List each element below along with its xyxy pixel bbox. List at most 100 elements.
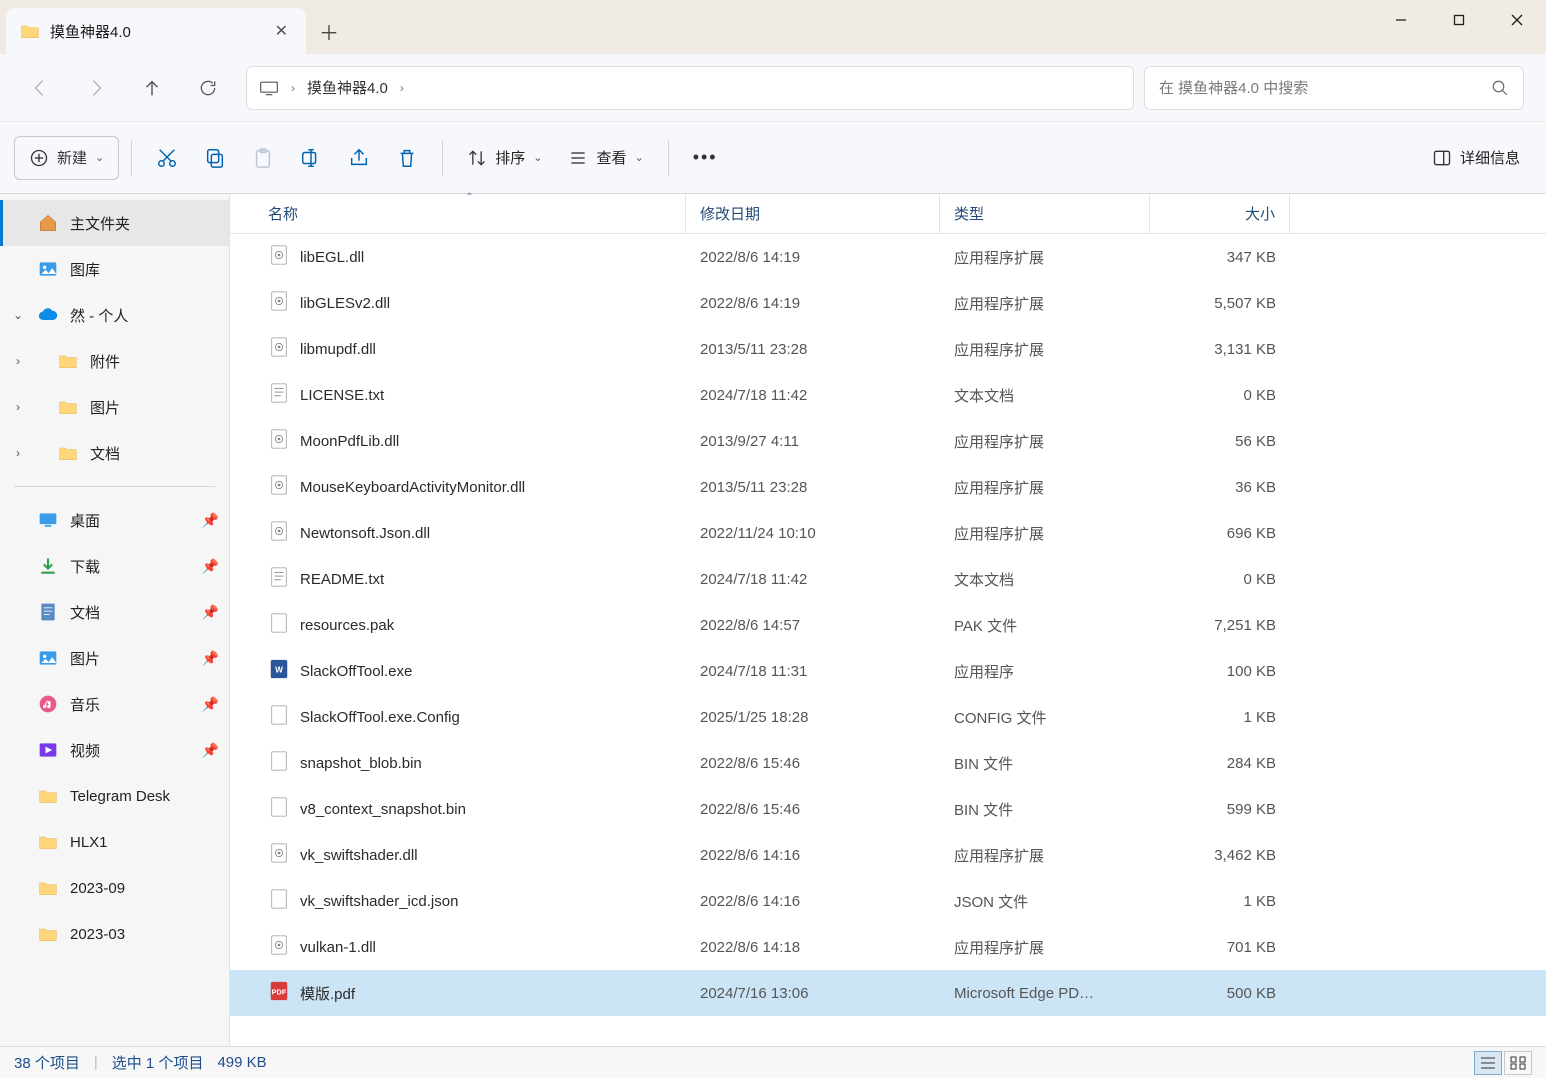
file-date: 2022/8/6 14:16: [686, 893, 940, 910]
file-row[interactable]: vk_swiftshader_icd.json2022/8/6 14:16JSO…: [230, 878, 1546, 924]
details-view-button[interactable]: [1474, 1051, 1502, 1075]
maximize-button[interactable]: [1430, 0, 1488, 40]
minimize-button[interactable]: [1372, 0, 1430, 40]
close-tab-button[interactable]: ✕: [271, 17, 292, 45]
sidebar-home[interactable]: 主文件夹: [0, 200, 229, 246]
close-window-button[interactable]: [1488, 0, 1546, 40]
copy-button[interactable]: [192, 136, 238, 180]
sidebar-quick-item[interactable]: 下载📌: [0, 543, 229, 589]
file-list[interactable]: libEGL.dll2022/8/6 14:19应用程序扩展347 KBlibG…: [230, 234, 1546, 1046]
view-button[interactable]: 查看 ⌄: [556, 136, 655, 180]
file-date: 2022/11/24 10:10: [686, 525, 940, 542]
sidebar-quick-item[interactable]: 桌面📌: [0, 497, 229, 543]
file-date: 2024/7/18 11:42: [686, 571, 940, 588]
status-item-count: 38 个项目: [14, 1052, 80, 1073]
file-row[interactable]: PDF模版.pdf2024/7/16 13:06Microsoft Edge P…: [230, 970, 1546, 1016]
search-icon: [1491, 79, 1509, 97]
file-size: 36 KB: [1150, 479, 1290, 496]
breadcrumb-current[interactable]: 摸鱼神器4.0: [307, 77, 388, 98]
up-button[interactable]: [126, 66, 178, 110]
column-type[interactable]: 类型: [940, 194, 1150, 233]
sidebar-quick-item[interactable]: 音乐📌: [0, 681, 229, 727]
file-size: 7,251 KB: [1150, 617, 1290, 634]
file-size: 1 KB: [1150, 709, 1290, 726]
file-name: 模版.pdf: [300, 983, 355, 1004]
svg-text:PDF: PDF: [272, 988, 287, 997]
cloud-icon: [38, 305, 58, 325]
column-name[interactable]: ⌃ 名称: [254, 194, 686, 233]
file-row[interactable]: MoonPdfLib.dll2013/9/27 4:11应用程序扩展56 KB: [230, 418, 1546, 464]
sidebar-quick-item[interactable]: 文档📌: [0, 589, 229, 635]
chevron-right-icon[interactable]: ›: [400, 81, 404, 95]
cut-button[interactable]: [144, 136, 190, 180]
navigation-pane[interactable]: 主文件夹 图库 ⌄ 然 - 个人 ›附件›图片›文档 桌面📌下载📌文档📌图片📌音…: [0, 194, 230, 1046]
expand-icon[interactable]: ›: [10, 354, 26, 368]
expand-icon[interactable]: ›: [10, 446, 26, 460]
sidebar-onedrive[interactable]: ⌄ 然 - 个人: [0, 292, 229, 338]
file-name: resources.pak: [300, 617, 394, 634]
file-row[interactable]: vulkan-1.dll2022/8/6 14:18应用程序扩展701 KB: [230, 924, 1546, 970]
expand-icon[interactable]: ›: [10, 400, 26, 414]
file-row[interactable]: libmupdf.dll2013/5/11 23:28应用程序扩展3,131 K…: [230, 326, 1546, 372]
search-input[interactable]: 在 摸鱼神器4.0 中搜索: [1144, 66, 1524, 110]
file-name: snapshot_blob.bin: [300, 755, 422, 772]
sidebar-quick-item[interactable]: 2023-03: [0, 911, 229, 957]
file-type: 应用程序: [940, 661, 1150, 682]
sidebar-quick-item[interactable]: HLX1: [0, 819, 229, 865]
file-row[interactable]: SlackOffTool.exe.Config2025/1/25 18:28CO…: [230, 694, 1546, 740]
file-list-area: ⌃ 名称 修改日期 类型 大小 libEGL.dll2022/8/6 14:19…: [230, 194, 1546, 1046]
sidebar-onedrive-child[interactable]: ›图片: [0, 384, 229, 430]
chevron-down-icon: ⌄: [533, 151, 542, 164]
file-row[interactable]: WSlackOffTool.exe2024/7/18 11:31应用程序100 …: [230, 648, 1546, 694]
sidebar-onedrive-child[interactable]: ›文档: [0, 430, 229, 476]
refresh-button[interactable]: [182, 66, 234, 110]
file-size: 3,462 KB: [1150, 847, 1290, 864]
new-button[interactable]: 新建 ⌄: [14, 136, 119, 180]
file-row[interactable]: resources.pak2022/8/6 14:57PAK 文件7,251 K…: [230, 602, 1546, 648]
file-row[interactable]: README.txt2024/7/18 11:42文本文档0 KB: [230, 556, 1546, 602]
file-row[interactable]: MouseKeyboardActivityMonitor.dll2013/5/1…: [230, 464, 1546, 510]
search-placeholder: 在 摸鱼神器4.0 中搜索: [1159, 77, 1308, 98]
sidebar-gallery[interactable]: 图库: [0, 246, 229, 292]
view-icon: [568, 148, 588, 168]
more-button[interactable]: •••: [681, 136, 730, 180]
sort-button[interactable]: 排序 ⌄: [455, 136, 554, 180]
delete-button[interactable]: [384, 136, 430, 180]
rename-icon: [300, 147, 322, 169]
share-button[interactable]: [336, 136, 382, 180]
icons-view-button[interactable]: [1504, 1051, 1532, 1075]
file-row[interactable]: v8_context_snapshot.bin2022/8/6 15:46BIN…: [230, 786, 1546, 832]
expand-icon[interactable]: ⌄: [10, 308, 26, 322]
file-row[interactable]: LICENSE.txt2024/7/18 11:42文本文档0 KB: [230, 372, 1546, 418]
toolbar: 新建 ⌄ 排序 ⌄ 查看 ⌄ ••• 详细信息: [0, 122, 1546, 194]
new-tab-button[interactable]: ＋: [306, 8, 352, 54]
sidebar-quick-item[interactable]: 2023-09: [0, 865, 229, 911]
address-bar[interactable]: › 摸鱼神器4.0 ›: [246, 66, 1134, 110]
active-tab[interactable]: 摸鱼神器4.0 ✕: [6, 8, 306, 54]
sidebar-quick-item[interactable]: Telegram Desk: [0, 773, 229, 819]
file-row[interactable]: snapshot_blob.bin2022/8/6 15:46BIN 文件284…: [230, 740, 1546, 786]
file-date: 2024/7/18 11:42: [686, 387, 940, 404]
file-size: 5,507 KB: [1150, 295, 1290, 312]
column-headers: ⌃ 名称 修改日期 类型 大小: [230, 194, 1546, 234]
rename-button[interactable]: [288, 136, 334, 180]
file-date: 2024/7/18 11:31: [686, 663, 940, 680]
file-icon: [268, 842, 290, 868]
back-button[interactable]: [14, 66, 66, 110]
file-row[interactable]: libEGL.dll2022/8/6 14:19应用程序扩展347 KB: [230, 234, 1546, 280]
column-date[interactable]: 修改日期: [686, 194, 940, 233]
gallery-icon: [38, 259, 58, 279]
paste-button[interactable]: [240, 136, 286, 180]
forward-button[interactable]: [70, 66, 122, 110]
file-row[interactable]: Newtonsoft.Json.dll2022/11/24 10:10应用程序扩…: [230, 510, 1546, 556]
column-size[interactable]: 大小: [1150, 194, 1290, 233]
cut-icon: [156, 147, 178, 169]
file-row[interactable]: libGLESv2.dll2022/8/6 14:19应用程序扩展5,507 K…: [230, 280, 1546, 326]
file-date: 2022/8/6 14:16: [686, 847, 940, 864]
file-row[interactable]: vk_swiftshader.dll2022/8/6 14:16应用程序扩展3,…: [230, 832, 1546, 878]
details-pane-button[interactable]: 详细信息: [1420, 136, 1532, 180]
sidebar-onedrive-child[interactable]: ›附件: [0, 338, 229, 384]
sidebar-quick-item[interactable]: 图片📌: [0, 635, 229, 681]
sidebar-quick-item[interactable]: 视频📌: [0, 727, 229, 773]
separator: [668, 140, 669, 176]
